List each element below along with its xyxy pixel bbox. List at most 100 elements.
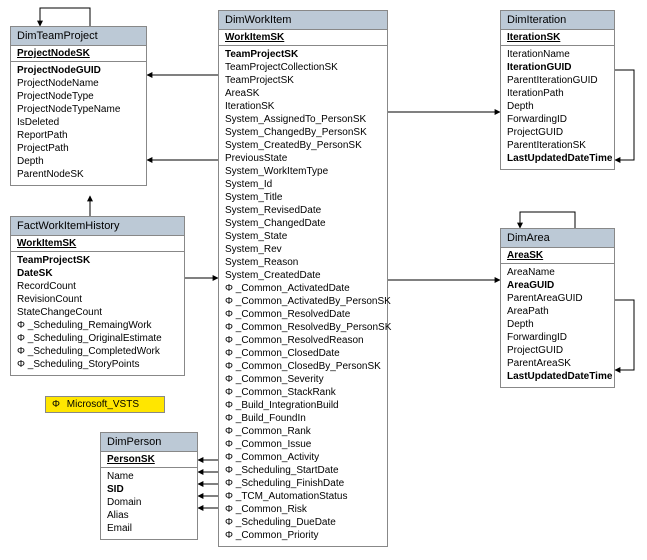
entity-field: Φ _Common_ClosedBy_PersonSK [225,360,381,373]
entity-field: ForwardingID [507,113,608,126]
entity-title: DimPerson [101,433,197,452]
entity-field: System_Id [225,178,381,191]
entity-title: DimTeamProject [11,27,146,46]
entity-field: IterationSK [225,100,381,113]
entity-field: ProjectGUID [507,344,608,357]
entity-field: Φ _Common_ActivatedDate [225,282,381,295]
entity-field: System_Rev [225,243,381,256]
entity-field: IterationPath [507,87,608,100]
entity-field: Φ _Scheduling_StartDate [225,464,381,477]
entity-pk: WorkItemSK [219,30,387,46]
entity-field: Φ _Common_ClosedDate [225,347,381,360]
entity-title: DimIteration [501,11,614,30]
entity-fields: TeamProjectSKTeamProjectCollectionSKTeam… [219,46,387,546]
entity-field: Φ _Scheduling_FinishDate [225,477,381,490]
entity-field: System_ChangedDate [225,217,381,230]
entity-field: AreaSK [225,87,381,100]
entity-pk: IterationSK [501,30,614,46]
entity-field: IsDeleted [17,116,140,129]
entity-pk: ProjectNodeSK [11,46,146,62]
entity-field: Φ _Common_Rank [225,425,381,438]
entity-field: System_AssignedTo_PersonSK [225,113,381,126]
entity-field: Alias [107,509,191,522]
entity-field: ReportPath [17,129,140,142]
entity-field: ProjectNodeTypeName [17,103,140,116]
entity-field: Φ _Common_ResolvedReason [225,334,381,347]
entity-field: Φ _Common_ActivatedBy_PersonSK [225,295,381,308]
entity-field: PreviousState [225,152,381,165]
entity-field: TeamProjectSK [225,74,381,87]
entity-field: Email [107,522,191,535]
entity-field: ParentAreaSK [507,357,608,370]
entity-field: Depth [507,318,608,331]
entity-field: Φ _Scheduling_RemaingWork [17,319,178,332]
entity-field: System_CreatedBy_PersonSK [225,139,381,152]
entity-field: StateChangeCount [17,306,178,319]
entity-field: AreaPath [507,305,608,318]
entity-pk: AreaSK [501,248,614,264]
entity-dim-workitem: DimWorkItem WorkItemSK TeamProjectSKTeam… [218,10,388,547]
entity-field: Φ _Common_Issue [225,438,381,451]
entity-field: ForwardingID [507,331,608,344]
entity-dim-area: DimArea AreaSK AreaNameAreaGUIDParentAre… [500,228,615,388]
entity-field: LastUpdatedDateTime [507,152,608,165]
entity-fact-workitem-history: FactWorkItemHistory WorkItemSK TeamProje… [10,216,185,376]
entity-field: System_Title [225,191,381,204]
entity-field: ParentIterationGUID [507,74,608,87]
entity-field: Φ _Build_FoundIn [225,412,381,425]
entity-title: DimArea [501,229,614,248]
entity-field: TeamProjectCollectionSK [225,61,381,74]
legend: Φ Microsoft_VSTS [45,396,165,413]
entity-field: System_State [225,230,381,243]
entity-field: DateSK [17,267,178,280]
entity-field: ProjectNodeName [17,77,140,90]
entity-dim-person: DimPerson PersonSK NameSIDDomainAliasEma… [100,432,198,540]
entity-fields: NameSIDDomainAliasEmail [101,468,197,539]
entity-field: IterationGUID [507,61,608,74]
entity-field: ParentAreaGUID [507,292,608,305]
entity-fields: TeamProjectSKDateSKRecordCountRevisionCo… [11,252,184,375]
entity-field: Φ _Scheduling_StoryPoints [17,358,178,371]
entity-field: AreaGUID [507,279,608,292]
entity-field: System_Reason [225,256,381,269]
entity-field: Φ _Common_Risk [225,503,381,516]
entity-field: Φ _Common_Activity [225,451,381,464]
entity-field: Name [107,470,191,483]
entity-field: TeamProjectSK [225,48,381,61]
entity-field: ProjectPath [17,142,140,155]
entity-title: DimWorkItem [219,11,387,30]
entity-field: Φ _Scheduling_CompletedWork [17,345,178,358]
entity-field: Φ _TCM_AutomationStatus [225,490,381,503]
entity-field: AreaName [507,266,608,279]
entity-dim-team-project: DimTeamProject ProjectNodeSK ProjectNode… [10,26,147,186]
entity-field: Depth [17,155,140,168]
entity-pk: WorkItemSK [11,236,184,252]
entity-field: TeamProjectSK [17,254,178,267]
legend-symbol: Φ [52,399,60,410]
entity-field: Φ _Build_IntegrationBuild [225,399,381,412]
entity-field: Domain [107,496,191,509]
entity-pk: PersonSK [101,452,197,468]
entity-field: LastUpdatedDateTime [507,370,608,383]
entity-field: System_ChangedBy_PersonSK [225,126,381,139]
entity-field: IterationName [507,48,608,61]
entity-fields: AreaNameAreaGUIDParentAreaGUIDAreaPathDe… [501,264,614,387]
entity-field: Φ _Common_ResolvedDate [225,308,381,321]
legend-label: Microsoft_VSTS [67,399,139,410]
entity-field: Φ _Common_Severity [225,373,381,386]
entity-field: Φ _Common_StackRank [225,386,381,399]
entity-dim-iteration: DimIteration IterationSK IterationNameIt… [500,10,615,170]
entity-field: ProjectGUID [507,126,608,139]
entity-field: Φ _Common_Priority [225,529,381,542]
entity-field: Depth [507,100,608,113]
entity-field: System_CreatedDate [225,269,381,282]
entity-fields: IterationNameIterationGUIDParentIteratio… [501,46,614,169]
entity-title: FactWorkItemHistory [11,217,184,236]
entity-field: ProjectNodeGUID [17,64,140,77]
entity-field: System_WorkItemType [225,165,381,178]
entity-field: ProjectNodeType [17,90,140,103]
entity-field: ParentIterationSK [507,139,608,152]
entity-field: Φ _Scheduling_DueDate [225,516,381,529]
entity-field: RevisionCount [17,293,178,306]
entity-field: SID [107,483,191,496]
